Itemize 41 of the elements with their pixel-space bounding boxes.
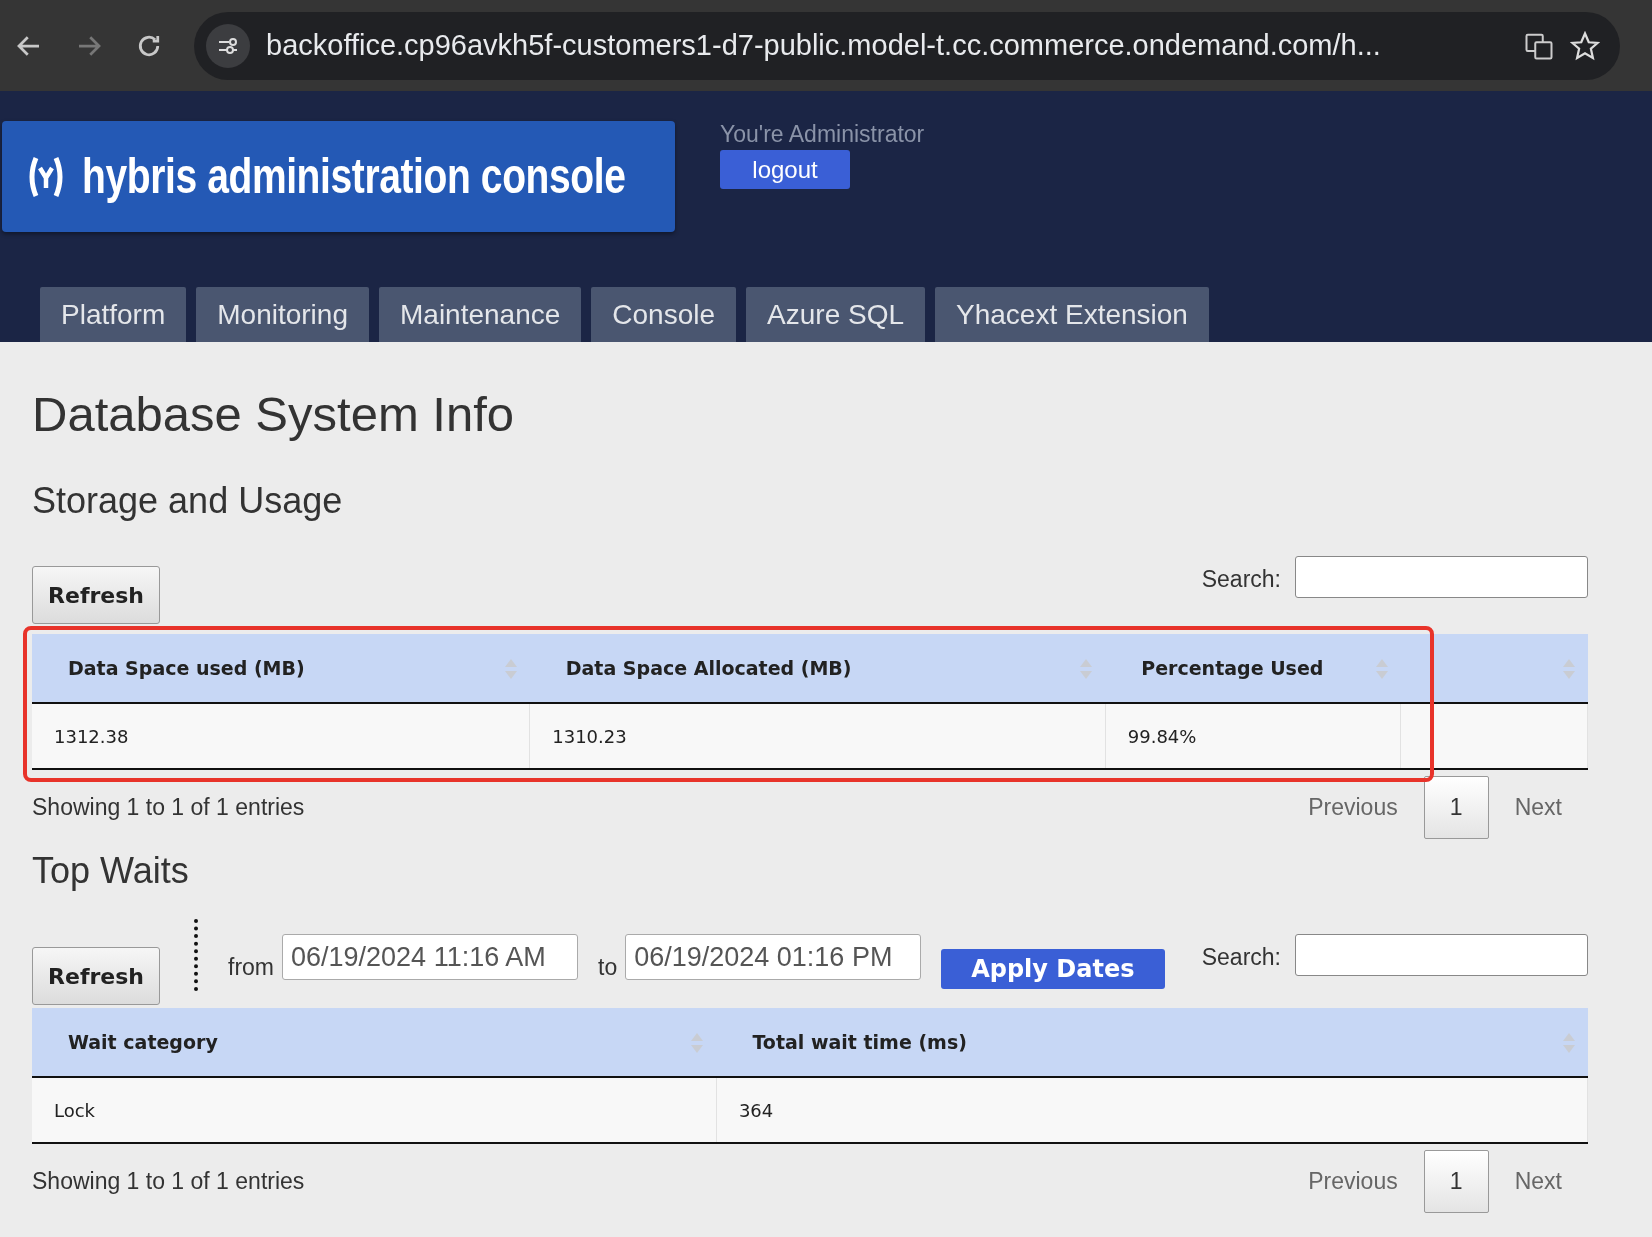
page-title: Database System Info [32, 386, 516, 442]
from-date-field[interactable]: 06/19/2024 11:16 AM [282, 934, 578, 980]
previous-link[interactable]: Previous [1282, 793, 1424, 821]
column-header[interactable]: Wait category [32, 1008, 717, 1077]
apply-dates-button[interactable]: Apply Dates [941, 949, 1165, 989]
section-heading: Top Waits [32, 850, 190, 892]
nav-tab[interactable]: Azure SQL [746, 287, 925, 342]
logout-button[interactable]: logout [720, 150, 850, 189]
nav-tab[interactable]: Platform [40, 287, 187, 342]
search-label: Search: [1201, 944, 1281, 971]
nav-tab[interactable]: Yhacext Extension [935, 287, 1209, 342]
next-link[interactable]: Next [1488, 1167, 1588, 1195]
page-button[interactable]: 1 [1423, 1149, 1489, 1213]
from-label: from [228, 954, 274, 981]
column-header[interactable]: Total wait time (ms) [716, 1008, 1588, 1077]
section-heading: Storage and Usage [32, 480, 344, 522]
entries-info: Showing 1 to 1 of 1 entries [32, 1167, 305, 1195]
user-label: You're Administrator [720, 121, 925, 148]
url-text: backoffice.cp96avkh5f-customers1-d7-public.model-t.cc.commerce.ondemand.com/h... [266, 29, 1382, 62]
nav-tab[interactable]: Console [591, 287, 737, 342]
to-label: to [598, 954, 618, 981]
logo-text: hybris administration console [82, 147, 626, 207]
to-date-field[interactable]: 06/19/2024 01:16 PM [625, 934, 922, 980]
refresh-button[interactable]: Refresh [32, 947, 160, 1005]
next-link[interactable]: Next [1488, 793, 1588, 821]
nav-tab[interactable]: Monitoring [196, 287, 369, 342]
table-cell: 364 [716, 1077, 1588, 1143]
address-bar[interactable]: backoffice.cp96avkh5f-customers1-d7-public.model-t.cc.commerce.ondemand.com/h... [194, 11, 1620, 80]
table-cell: 99.84% [1105, 703, 1401, 769]
refresh-button[interactable]: Refresh [32, 566, 160, 624]
search-label: Search: [1201, 566, 1281, 593]
column-header[interactable]: Percentage Used [1105, 634, 1401, 703]
entries-info: Showing 1 to 1 of 1 entries [32, 793, 305, 821]
nav-tab[interactable]: Maintenance [379, 287, 582, 342]
table-cell: 1310.23 [529, 703, 1106, 769]
column-header[interactable]: Data Space Allocated (MB) [529, 634, 1106, 703]
column-header[interactable]: Data Space used (MB) [32, 634, 530, 703]
table-cell: Lock [32, 1077, 717, 1143]
page-button[interactable]: 1 [1423, 775, 1489, 839]
previous-link[interactable]: Previous [1282, 1167, 1424, 1195]
table-cell: 1312.38 [32, 703, 530, 769]
